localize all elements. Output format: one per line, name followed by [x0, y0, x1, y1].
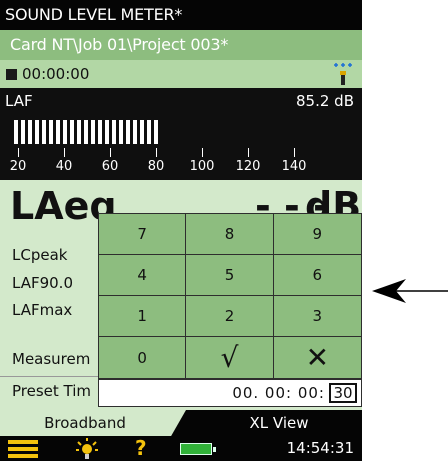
bargraph-segment [77, 120, 81, 144]
menu-icon[interactable] [8, 440, 38, 458]
param-lafmax[interactable]: LAFmax [12, 301, 72, 319]
scale-label: 80 [147, 159, 165, 174]
stop-icon [6, 69, 17, 80]
key-9[interactable]: 9 [273, 214, 361, 255]
bargraph-segment [35, 120, 39, 144]
bargraph-segment [140, 120, 144, 144]
key-0[interactable]: 0 [99, 337, 187, 378]
scale-label: 40 [55, 159, 73, 174]
bargraph-segment [42, 120, 46, 144]
bargraph-segment [112, 120, 116, 144]
level-parameter-label: LAF [5, 92, 33, 110]
transducer-icon [334, 63, 352, 85]
bargraph-segment [49, 120, 53, 144]
bargraph-segment [14, 120, 18, 144]
scale-tick [110, 148, 111, 157]
scale-label: 20 [9, 159, 27, 174]
preset-time-input[interactable]: 00. 00: 00: 30 [98, 379, 362, 407]
tab-broadband-label: Broadband [44, 414, 126, 432]
project-path[interactable]: Card NT\Job 01\Project 003* [0, 30, 362, 60]
measurement-label: Measurem [12, 350, 91, 368]
scale-label: 140 [281, 159, 307, 174]
clock[interactable]: 14:54:31 [287, 436, 354, 461]
key-7[interactable]: 7 [99, 214, 187, 255]
bargraph-segment [147, 120, 151, 144]
elapsed-time: 00:00:00 [22, 65, 90, 83]
key-4[interactable]: 4 [99, 255, 187, 296]
backlight-icon[interactable] [75, 437, 99, 461]
bargraph-segment [126, 120, 130, 144]
bargraph-segment [133, 120, 137, 144]
scale-label: 120 [235, 159, 261, 174]
cancel-key[interactable]: ✕ [274, 337, 361, 378]
scale-tick [248, 148, 249, 157]
bargraph-segment [21, 120, 25, 144]
key-5[interactable]: 5 [186, 255, 274, 296]
shortcut-bar: ? 14:54:31 [0, 436, 362, 461]
bargraph-segment [154, 120, 158, 144]
bargraph-segment [28, 120, 32, 144]
scale-tick [156, 148, 157, 157]
preset-time-value: 00. 00: 00: [232, 384, 325, 402]
bargraph-segment [63, 120, 67, 144]
bargraph-segment [56, 120, 60, 144]
scale-label: 100 [189, 159, 215, 174]
bargraph-segment [91, 120, 95, 144]
scale-tick [294, 148, 295, 157]
key-1[interactable]: 1 [99, 296, 187, 337]
tab-xl-view[interactable]: XL View [196, 410, 362, 436]
measurement-status-row: 00:00:00 [0, 60, 362, 88]
preset-time-label: Preset Tim [12, 382, 92, 400]
bargraph-segment [98, 120, 102, 144]
key-3[interactable]: 3 [273, 296, 361, 337]
level-bargraph [14, 120, 158, 144]
bargraph-segment [119, 120, 123, 144]
key-8[interactable]: 8 [186, 214, 274, 255]
scale-label: 60 [101, 159, 119, 174]
tab-bar: Broadband XL View [0, 410, 362, 436]
sound-level-meter-screen: SOUND LEVEL METER* Card NT\Job 01\Projec… [0, 0, 362, 461]
bargraph-segment [70, 120, 74, 144]
scale-tick [64, 148, 65, 157]
bargraph-scale: 20 40 60 80 100 120 140 [0, 148, 362, 180]
battery-icon[interactable] [180, 443, 216, 455]
callout-arrow-icon [372, 279, 448, 303]
level-value: 85.2 dB [296, 92, 354, 110]
param-laf90[interactable]: LAF90.0 [12, 274, 73, 292]
preset-time-seconds-field[interactable]: 30 [329, 383, 357, 403]
key-6[interactable]: 6 [273, 255, 361, 296]
level-bargraph-panel: LAF 85.2 dB 20 40 60 80 100 120 140 [0, 88, 362, 180]
scale-tick [202, 148, 203, 157]
param-lcpeak[interactable]: LCpeak [12, 246, 67, 264]
scale-tick [18, 148, 19, 157]
numeric-keypad: 7 8 9 4 5 6 1 2 3 0 √ ✕ [98, 213, 362, 379]
bargraph-segment [84, 120, 88, 144]
bargraph-segment [105, 120, 109, 144]
confirm-key[interactable]: √ [186, 337, 274, 378]
key-2[interactable]: 2 [186, 296, 274, 337]
help-icon[interactable]: ? [135, 436, 147, 460]
app-title: SOUND LEVEL METER* [0, 0, 362, 30]
